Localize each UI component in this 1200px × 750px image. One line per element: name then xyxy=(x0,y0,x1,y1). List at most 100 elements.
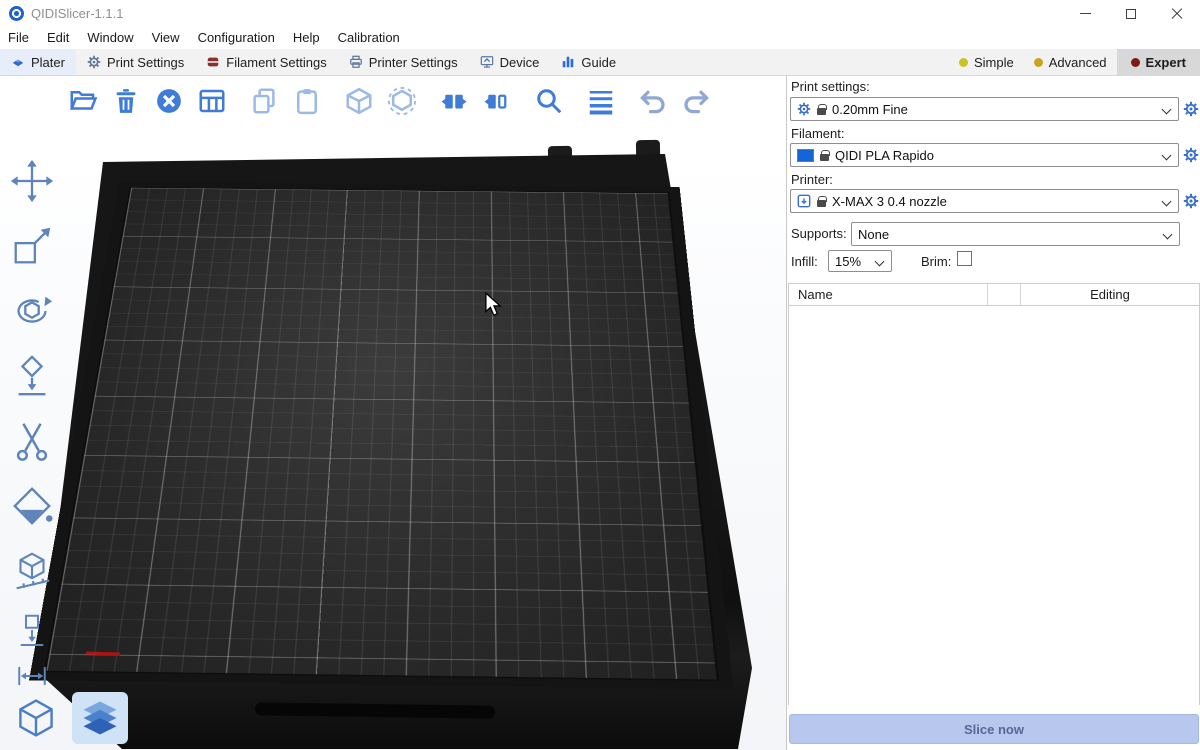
tab-print-settings[interactable]: Print Settings xyxy=(76,49,195,75)
menu-file[interactable]: File xyxy=(8,27,38,49)
open-project-button[interactable] xyxy=(66,84,100,118)
filament-color-swatch xyxy=(797,149,814,162)
settings-sidebar: Print settings: 0.20mm Fine Filament: QI… xyxy=(786,76,1200,750)
preview-view-button[interactable] xyxy=(72,692,128,744)
printer-select[interactable]: X-MAX 3 0.4 nozzle xyxy=(790,189,1179,213)
measure-tool-button[interactable] xyxy=(4,546,60,596)
tab-filament-settings[interactable]: Filament Settings xyxy=(195,49,337,75)
print-settings-select[interactable]: 0.20mm Fine xyxy=(790,97,1179,121)
search-button[interactable] xyxy=(532,84,566,118)
remove-instance-button[interactable] xyxy=(385,84,419,118)
title-bar: QIDISlicer-1.1.1 xyxy=(0,0,1200,27)
redo-button[interactable] xyxy=(679,84,713,118)
name-column-header[interactable]: Name xyxy=(789,287,987,302)
menu-edit[interactable]: Edit xyxy=(38,27,78,49)
rotate-icon xyxy=(9,288,55,334)
drop-to-bed-button[interactable] xyxy=(4,611,60,649)
scale-tool-button[interactable] xyxy=(4,221,60,271)
close-icon xyxy=(1171,8,1183,20)
split-parts-icon xyxy=(482,86,512,116)
place-on-face-tool-button[interactable] xyxy=(4,351,60,401)
chevron-down-icon xyxy=(1162,105,1172,115)
menu-view[interactable]: View xyxy=(143,27,189,49)
print-settings-edit-button[interactable] xyxy=(1183,101,1199,117)
maximize-button[interactable] xyxy=(1108,0,1154,27)
menu-configuration[interactable]: Configuration xyxy=(189,27,284,49)
infill-label: Infill: xyxy=(791,254,818,269)
layer-height-icon xyxy=(586,86,616,116)
extruder-column-header[interactable] xyxy=(987,284,1020,305)
tab-guide[interactable]: Guide xyxy=(550,49,627,75)
object-list-header: Name Editing xyxy=(789,284,1199,306)
add-instance-button[interactable] xyxy=(342,84,376,118)
mode-expert[interactable]: Expert xyxy=(1117,49,1200,75)
filament-select[interactable]: QIDI PLA Rapido xyxy=(790,143,1179,167)
spacing-tool-button[interactable] xyxy=(4,657,60,695)
advanced-mode-dot-icon xyxy=(1034,58,1043,67)
arrange-grid-icon xyxy=(197,86,227,116)
close-button[interactable] xyxy=(1154,0,1200,27)
move-icon xyxy=(9,158,55,204)
scissors-cut-icon xyxy=(9,418,55,464)
search-icon xyxy=(534,86,564,116)
menu-calibration[interactable]: Calibration xyxy=(329,27,409,49)
tab-printer-settings[interactable]: Printer Settings xyxy=(338,49,469,75)
delete-all-button[interactable] xyxy=(152,84,186,118)
menu-window[interactable]: Window xyxy=(78,27,142,49)
lock-icon xyxy=(817,200,826,207)
brim-label: Brim: xyxy=(921,254,951,269)
print-settings-gear-icon xyxy=(87,55,101,69)
tab-plater[interactable]: Plater xyxy=(0,49,76,75)
arrange-button[interactable] xyxy=(195,84,229,118)
printer-edit-button[interactable] xyxy=(1183,193,1199,209)
paint-tool-button[interactable] xyxy=(4,481,60,531)
mode-advanced[interactable]: Advanced xyxy=(1024,49,1117,75)
window-title: QIDISlicer-1.1.1 xyxy=(31,6,123,21)
chevron-down-icon xyxy=(1162,151,1172,161)
bed-clip xyxy=(636,140,660,156)
menu-help[interactable]: Help xyxy=(284,27,329,49)
app-logo-icon xyxy=(9,6,24,21)
move-tool-button[interactable] xyxy=(4,156,60,206)
cut-tool-button[interactable] xyxy=(4,416,60,466)
filament-edit-button[interactable] xyxy=(1183,147,1199,163)
remove-instance-cube-icon xyxy=(387,86,417,116)
copy-button[interactable] xyxy=(247,84,281,118)
bed-handle-slot xyxy=(255,702,495,718)
lock-icon xyxy=(817,108,826,115)
measure-icon xyxy=(9,548,55,594)
editing-column-header[interactable]: Editing xyxy=(1020,284,1199,305)
split-to-parts-button[interactable] xyxy=(480,84,514,118)
redo-arrow-icon xyxy=(681,86,711,116)
qidislicer-window: QIDISlicer-1.1.1 File Edit Window View C… xyxy=(0,0,1200,750)
paint-bucket-icon xyxy=(9,483,55,529)
print-bed[interactable] xyxy=(44,187,719,681)
slice-now-button[interactable]: Slice now xyxy=(789,714,1199,744)
object-list-body[interactable] xyxy=(789,306,1199,705)
split-to-objects-button[interactable] xyxy=(437,84,471,118)
3d-editor-cube-icon xyxy=(14,696,58,740)
menu-bar: File Edit Window View Configuration Help… xyxy=(0,27,1200,49)
filament-label: Filament: xyxy=(791,126,844,141)
editor-view-button[interactable] xyxy=(8,692,64,744)
undo-button[interactable] xyxy=(636,84,670,118)
print-settings-label: Print settings: xyxy=(791,79,870,94)
tab-device[interactable]: Device xyxy=(469,49,551,75)
minimize-button[interactable] xyxy=(1062,0,1108,27)
variable-layer-height-button[interactable] xyxy=(584,84,618,118)
delete-button[interactable] xyxy=(109,84,143,118)
chevron-down-icon xyxy=(1163,230,1173,240)
supports-select[interactable]: None xyxy=(851,222,1180,246)
supports-label: Supports: xyxy=(791,226,847,241)
rotate-tool-button[interactable] xyxy=(4,286,60,336)
expert-mode-dot-icon xyxy=(1131,58,1140,67)
maximize-icon xyxy=(1126,9,1136,19)
mode-simple[interactable]: Simple xyxy=(949,49,1024,75)
brim-checkbox[interactable] xyxy=(957,251,972,266)
infill-select[interactable]: 15% xyxy=(828,250,892,272)
3d-viewport[interactable] xyxy=(0,76,786,750)
printer-icon xyxy=(349,55,363,69)
gizmo-toolbar xyxy=(4,156,60,703)
paste-button[interactable] xyxy=(290,84,324,118)
filament-spool-icon xyxy=(206,55,220,69)
